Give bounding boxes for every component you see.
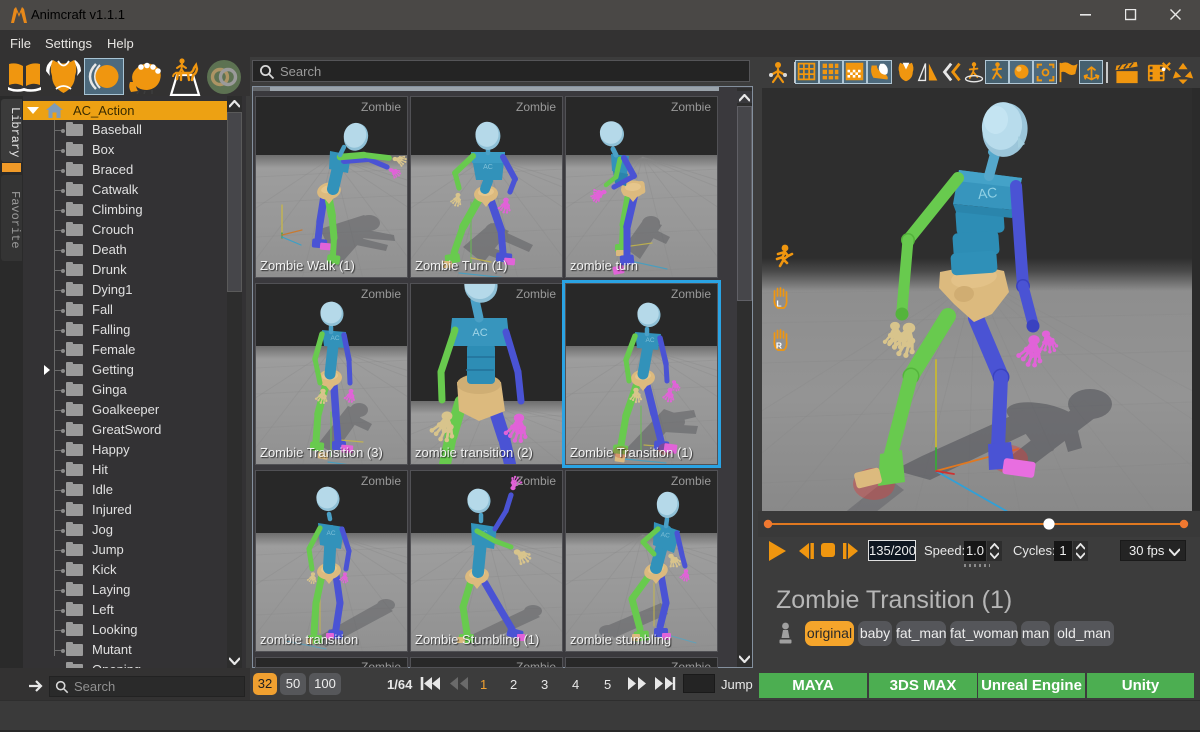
svg-text:R: R (776, 341, 782, 351)
svg-text:AC: AC (326, 530, 335, 537)
svg-text:AC: AC (483, 164, 493, 171)
svg-text:AC: AC (660, 531, 670, 539)
svg-text:AC: AC (472, 327, 487, 339)
svg-text:AC: AC (645, 337, 654, 344)
svg-text:L: L (776, 299, 781, 309)
svg-text:AC: AC (330, 335, 339, 342)
svg-text:AC: AC (977, 184, 998, 202)
